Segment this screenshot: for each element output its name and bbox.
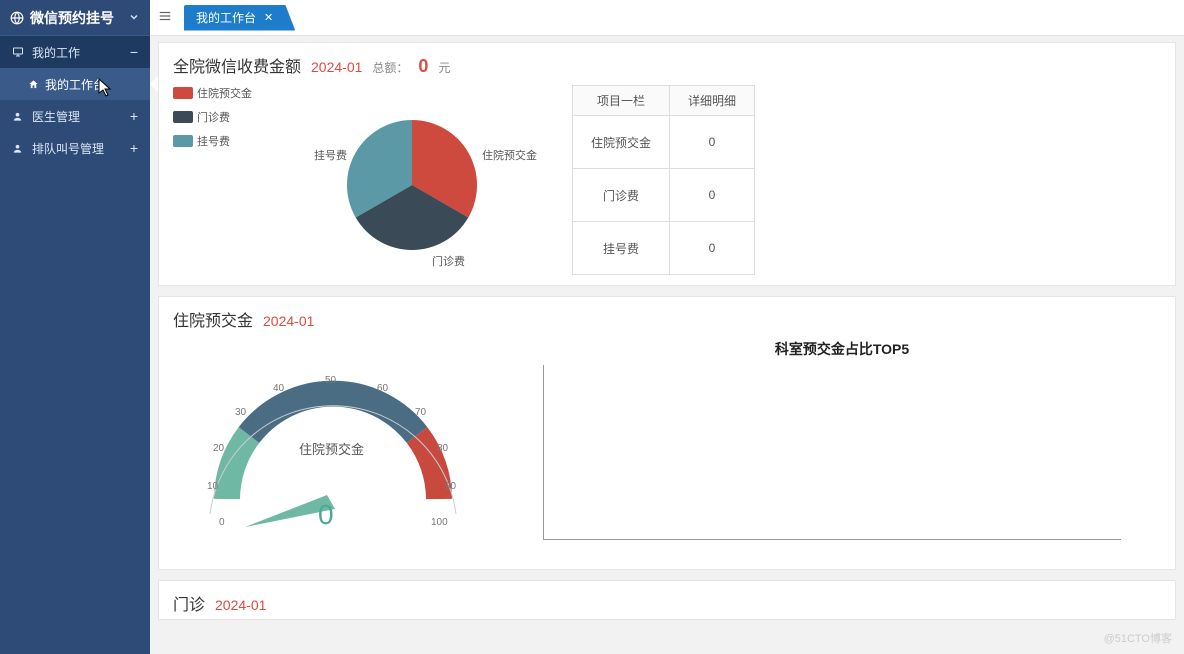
sidebar-item-my-work[interactable]: 我的工作 − bbox=[0, 36, 150, 68]
fees-table: 项目一栏 详细明细 住院预交金0 门诊费0 挂号费0 bbox=[572, 85, 755, 275]
content: 全院微信收费金额 2024-01 总额： 0 元 住院预交金 门诊费 挂号费 bbox=[150, 36, 1184, 654]
panel-month: 2024-01 bbox=[215, 597, 266, 613]
pie-chart: 住院预交金 门诊费 挂号费 bbox=[282, 85, 542, 275]
brand-title: 微信预约挂号 bbox=[30, 8, 114, 28]
user-icon bbox=[12, 143, 24, 154]
empty-chart-axes bbox=[543, 365, 1121, 540]
panel-title: 门诊 bbox=[173, 591, 205, 615]
table-row: 住院预交金0 bbox=[573, 116, 755, 169]
user-icon bbox=[12, 111, 24, 122]
sidebar-item-label: 排队叫号管理 bbox=[32, 140, 104, 157]
sidebar-item-doctor-mgmt[interactable]: 医生管理 + bbox=[0, 100, 150, 132]
panel-deposit: 住院预交金 2024-01 bbox=[158, 296, 1176, 570]
panel-outpatient: 门诊 2024-01 bbox=[158, 580, 1176, 620]
expand-icon: + bbox=[130, 140, 138, 156]
legend: 住院预交金 门诊费 挂号费 bbox=[173, 85, 252, 275]
sidebar-item-label: 我的工作台 bbox=[45, 76, 105, 93]
gauge-label: 住院预交金 bbox=[299, 439, 364, 458]
sidebar: 微信预约挂号 我的工作 − 我的工作台 医生管理 + bbox=[0, 0, 150, 654]
table-row: 门诊费0 bbox=[573, 169, 755, 222]
panel-title: 全院微信收费金额 bbox=[173, 53, 301, 77]
panel-month: 2024-01 bbox=[263, 313, 314, 329]
total-value: 0 bbox=[418, 56, 428, 77]
table-header: 详细明细 bbox=[670, 86, 755, 116]
topbar: 我的工作台 ✕ bbox=[150, 0, 1184, 36]
pie-label: 挂号费 bbox=[314, 147, 347, 163]
legend-item: 门诊费 bbox=[173, 109, 252, 125]
brand: 微信预约挂号 bbox=[0, 0, 150, 36]
monitor-icon bbox=[12, 46, 24, 58]
panel-title: 住院预交金 bbox=[173, 307, 253, 331]
table-row: 挂号费0 bbox=[573, 222, 755, 275]
sidebar-item-label: 我的工作 bbox=[32, 44, 80, 61]
expand-icon: + bbox=[130, 108, 138, 124]
close-icon[interactable]: ✕ bbox=[264, 11, 273, 24]
gauge-value: 0 bbox=[318, 499, 334, 531]
pie-label: 住院预交金 bbox=[482, 147, 537, 163]
tab-workbench[interactable]: 我的工作台 ✕ bbox=[184, 5, 295, 31]
pie-label: 门诊费 bbox=[432, 253, 465, 269]
panel-month: 2024-01 bbox=[311, 59, 362, 75]
legend-item: 挂号费 bbox=[173, 133, 252, 149]
top5-title: 科室预交金占比TOP5 bbox=[523, 339, 1161, 359]
sidebar-item-queue-mgmt[interactable]: 排队叫号管理 + bbox=[0, 132, 150, 164]
sidebar-item-label: 医生管理 bbox=[32, 108, 80, 125]
collapse-icon: − bbox=[130, 44, 138, 60]
table-header: 项目一栏 bbox=[573, 86, 670, 116]
menu-toggle[interactable] bbox=[150, 9, 180, 26]
chevron-down-icon[interactable] bbox=[128, 10, 140, 26]
total-unit: 元 bbox=[438, 59, 450, 76]
gauge-chart: 住院预交金 0 0 10 20 30 40 50 60 70 80 90 100 bbox=[173, 339, 493, 559]
watermark: @51CTO博客 bbox=[1104, 630, 1172, 646]
legend-item: 住院预交金 bbox=[173, 85, 252, 101]
globe-icon bbox=[10, 11, 24, 25]
sidebar-item-workbench[interactable]: 我的工作台 bbox=[0, 68, 150, 100]
main: 我的工作台 ✕ 全院微信收费金额 2024-01 总额： 0 元 住院预交金 门… bbox=[150, 0, 1184, 654]
tab-label: 我的工作台 bbox=[196, 9, 256, 26]
panel-wechat-fees: 全院微信收费金额 2024-01 总额： 0 元 住院预交金 门诊费 挂号费 bbox=[158, 42, 1176, 286]
home-icon bbox=[28, 79, 39, 90]
total-label: 总额： bbox=[372, 59, 408, 76]
top5-chart: 科室预交金占比TOP5 bbox=[523, 339, 1161, 559]
